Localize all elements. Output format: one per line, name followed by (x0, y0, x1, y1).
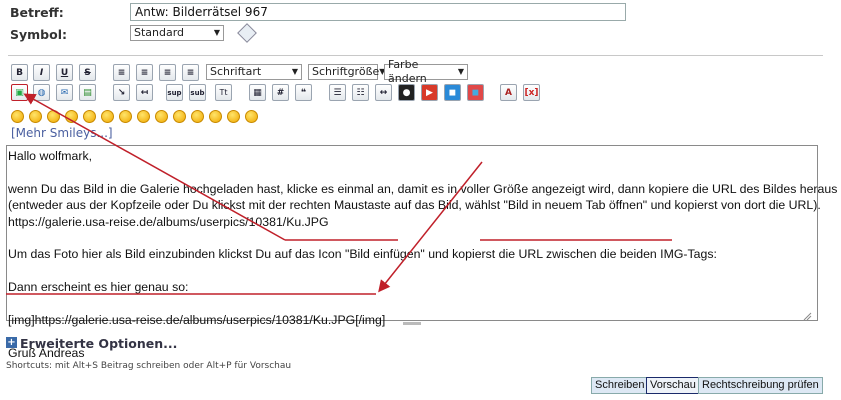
preview-button[interactable]: Vorschau (646, 377, 700, 394)
expand-plus-icon[interactable]: + (6, 337, 17, 348)
advanced-options-link[interactable]: Erweiterte Optionen... (20, 336, 177, 351)
shortcuts-hint: Shortcuts: mit Alt+S Beitrag schreiben o… (6, 361, 292, 371)
spellcheck-button[interactable]: Rechtschreibung prüfen (698, 377, 823, 394)
annotation-arrow (23, 93, 286, 241)
annotation-arrow (378, 161, 483, 293)
write-button[interactable]: Schreiben (591, 377, 649, 394)
